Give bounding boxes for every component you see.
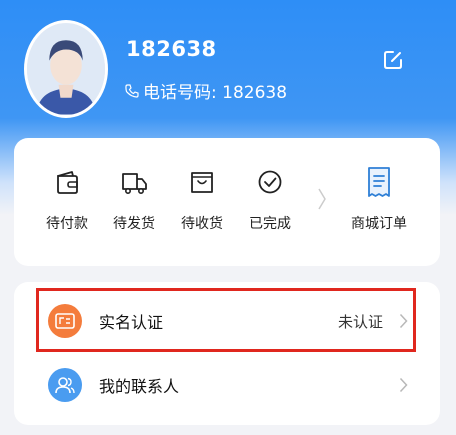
- highlight-annotation: [36, 288, 416, 352]
- box-icon: [191, 172, 213, 193]
- phone-row: 电话号码: 182638: [124, 78, 287, 103]
- mall-orders[interactable]: 商城订单: [344, 166, 414, 233]
- order-item-label: 待收货: [181, 216, 223, 232]
- order-item-label: 待发货: [113, 216, 155, 232]
- chevron-right-icon: [318, 188, 326, 210]
- truck-icon: [122, 173, 147, 194]
- order-completed[interactable]: 已完成: [240, 168, 300, 233]
- wallet-icon: [57, 171, 78, 194]
- menu-item-my-contacts[interactable]: 我的联系人: [14, 353, 440, 417]
- chevron-right-icon: [399, 377, 408, 393]
- mall-order-icon: [368, 167, 390, 197]
- order-pending-shipment[interactable]: 待发货: [104, 168, 164, 233]
- order-pending-payment[interactable]: 待付款: [37, 168, 97, 233]
- order-pending-receipt[interactable]: 待收货: [172, 168, 232, 233]
- order-item-label: 已完成: [249, 216, 291, 232]
- avatar[interactable]: [24, 20, 108, 118]
- menu-item-label: 我的联系人: [99, 377, 180, 396]
- avatar-image: [27, 23, 105, 115]
- order-item-label: 待付款: [46, 216, 88, 232]
- contacts-icon: [48, 368, 82, 402]
- username: 182638: [126, 37, 217, 61]
- mall-orders-label: 商城订单: [351, 216, 407, 232]
- phone-icon: [125, 83, 139, 98]
- check-circle-icon: [258, 170, 282, 194]
- phone-number: 电话号码: 182638: [143, 83, 288, 103]
- edit-icon[interactable]: [382, 49, 404, 71]
- order-card: 待付款 待发货 待收货 已完成 商城订单: [14, 138, 440, 266]
